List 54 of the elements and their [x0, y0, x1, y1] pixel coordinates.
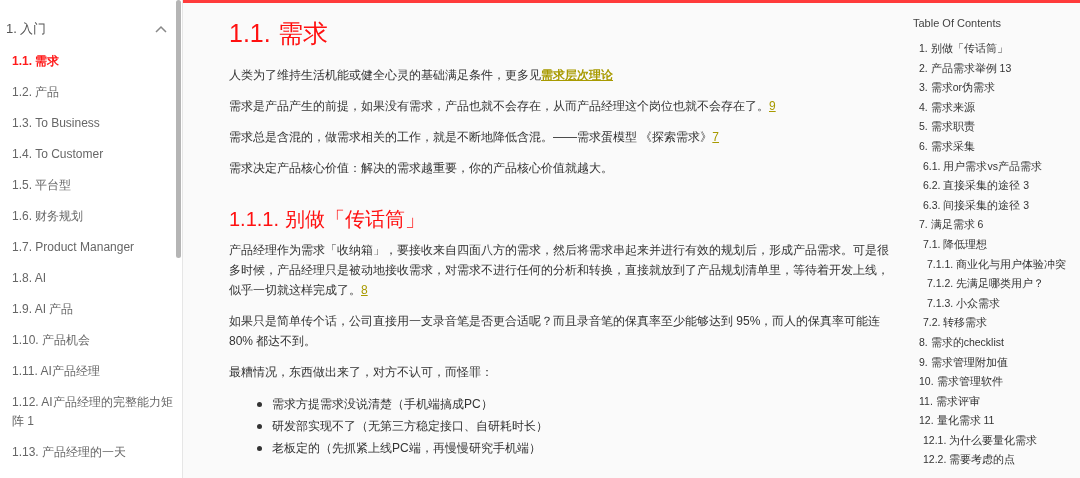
paragraph: 需求是产品产生的前提，如果没有需求，产品也就不会存在，从而产品经理这个岗位也就不会存在了。9 [229, 98, 777, 115]
chevron-up-icon[interactable] [155, 25, 167, 33]
nav-item[interactable]: 1.10. 产品机会 [0, 327, 178, 354]
toc-link[interactable]: 7.1. 降低理想 [913, 234, 1080, 255]
nav-item[interactable]: 1.12. AI产品经理的完整能力矩阵 1 [0, 389, 178, 435]
list-item: 需求方提需求没说清楚（手机端搞成PC） [272, 396, 493, 413]
toc-link[interactable]: 1. 别做「传话筒」 [913, 39, 1080, 59]
nav-item[interactable]: 1.11. AI产品经理 [0, 358, 178, 385]
nav-item[interactable]: 1.3. To Business [0, 110, 178, 137]
toc-link[interactable]: 2. 产品需求举例 13 [913, 58, 1080, 79]
toc-link[interactable]: 12.2. 需要考虑的点 [913, 450, 1080, 471]
toc-link[interactable]: 7.1.2. 先满足哪类用户？ [913, 274, 1080, 294]
toc-link[interactable]: 12. 量化需求 11 [913, 411, 1080, 431]
toc-link[interactable]: 12.1. 为什么要量化需求 [913, 430, 1080, 451]
nav-item[interactable]: 1.6. 财务规划 [0, 203, 178, 230]
toc-link[interactable]: 7.1.1. 商业化与用户体验冲突 [913, 254, 1080, 275]
paragraph: 需求总是含混的，做需求相关的工作，就是不断地降低含混。——需求蛋模型 《探索需求》7 [229, 129, 721, 146]
list-item: 研发部实现不了（无第三方稳定接口、自研耗时长） [272, 418, 548, 435]
scrollbar-thumb[interactable] [176, 0, 181, 258]
toc-link[interactable]: 6.3. 间接采集的途径 3 [913, 195, 1080, 216]
paragraph: 人类为了维持生活机能或健全心灵的基础满足条件，更多见需求层次理论 [229, 67, 614, 84]
page-title: 1.1. 需求 [229, 18, 329, 48]
nav-item[interactable]: 1.13. 产品经理的一天 [0, 439, 178, 466]
paragraph: 产品经理作为需求「收纳箱」，要接收来自四面八方的需求，然后将需求串起来并进行有效的规划后，形成产品需求。可是很多时候，产品经理只是被动地接收需求，对需求不进行任何的分析和转换，直接就放到了产品规划清单里，等待着开发上线，似乎一切就这样完成了。8 [229, 242, 889, 299]
nav-item[interactable]: 1.7. Product Mananger [0, 234, 178, 261]
toc-link[interactable]: 9. 需求管理附加值 [913, 352, 1080, 373]
toc-link[interactable]: 6.1. 用户需求vs产品需求 [913, 156, 1080, 177]
paragraph: 最糟情况，东西做出来了，对方不认可，而怪罪： [229, 364, 494, 381]
nav-item[interactable]: 1.8. AI [0, 265, 178, 292]
toc-link[interactable]: 10. 需求管理软件 [913, 372, 1080, 392]
list-item: 老板定的（先抓紧上线PC端，再慢慢研究手机端） [272, 440, 541, 457]
toc-link[interactable]: 5. 需求职责 [913, 117, 1080, 137]
toc-link[interactable]: 8. 需求的checklist [913, 332, 1080, 353]
nav-item[interactable]: 1.5. 平台型 [0, 172, 178, 199]
nav-item[interactable]: 1.1. 需求 [0, 48, 178, 75]
bullet-icon [257, 401, 262, 407]
toc-link[interactable]: 6.2. 直接采集的途径 3 [913, 176, 1080, 196]
toc-link[interactable]: 7.1.3. 小众需求 [913, 293, 1080, 314]
nav-item[interactable]: 1.4. To Customer [0, 141, 178, 168]
nav-item[interactable]: 1.2. 产品 [0, 79, 178, 106]
bullet-icon [257, 445, 262, 451]
nav-item[interactable]: 1.9. AI 产品 [0, 296, 178, 323]
toc-link[interactable]: 6. 需求采集 [913, 136, 1080, 157]
toc-link[interactable]: 4. 需求来源 [913, 97, 1080, 118]
toc-link[interactable]: 7.2. 转移需求 [913, 313, 1080, 333]
toc-title: Table Of Contents [913, 16, 1003, 31]
nav-group-label[interactable]: 1. 入门 [6, 20, 47, 38]
toc-link[interactable]: 7. 满足需求 6 [913, 215, 1080, 235]
section-heading: 1.1.1. 别做「传话筒」 [229, 207, 426, 232]
toc-link[interactable]: 11. 需求评审 [913, 391, 1080, 412]
paragraph: 需求决定产品核心价值：解决的需求越重要，你的产品核心价值就越大。 [229, 160, 614, 177]
paragraph: 如果只是简单传个话，公司直接用一支录音笔是否更合适呢？而且录音笔的保真率至少能够达到 95%，而人的保真率可能连 80% 都达不到。 [229, 313, 882, 350]
bullet-icon [257, 423, 262, 429]
toc-link[interactable]: 3. 需求or伪需求 [913, 78, 1080, 98]
